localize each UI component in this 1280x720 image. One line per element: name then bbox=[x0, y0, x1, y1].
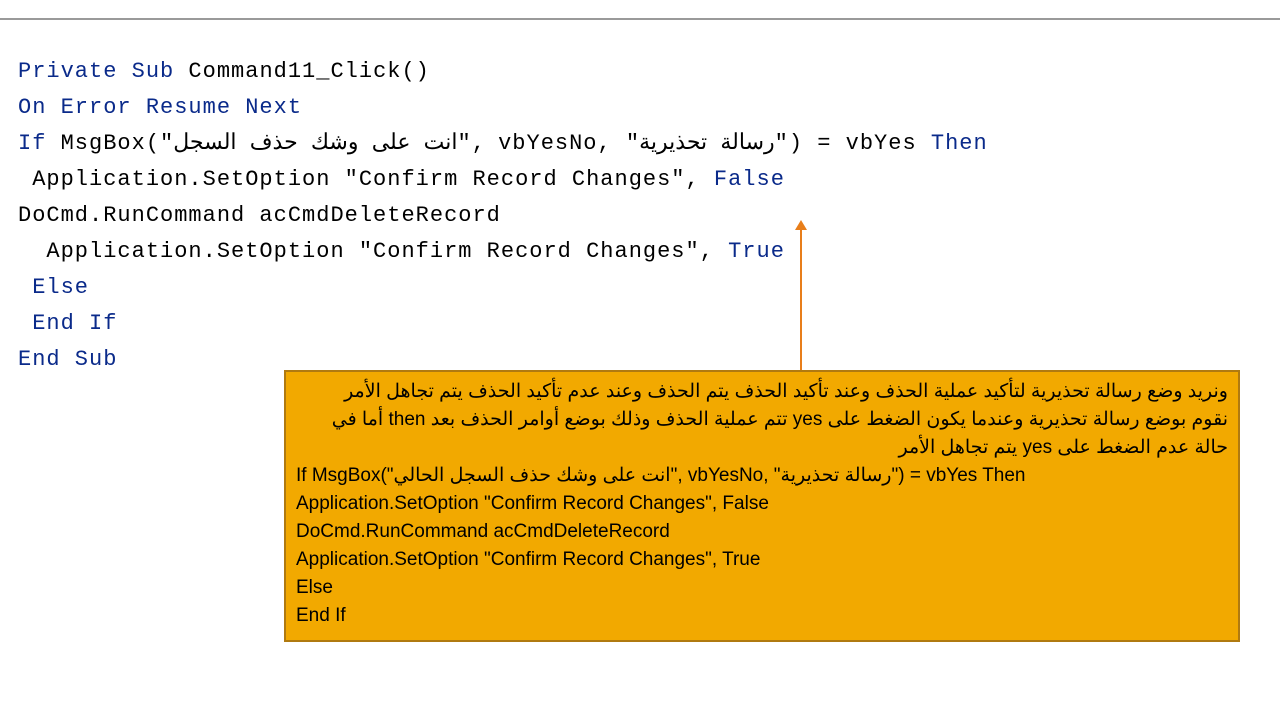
code-line-2: On Error Resume Next bbox=[18, 90, 1280, 126]
callout-snippet-5: Else bbox=[296, 574, 1228, 602]
callout-arabic-line-1: ونريد وضع رسالة تحذيرية لتأكيد عملية الح… bbox=[296, 378, 1228, 406]
setoption-false-text: Application.SetOption "Confirm Record Ch… bbox=[18, 167, 714, 192]
callout-snippet-1: If MsgBox("انت على وشك حذف السجل الحالي"… bbox=[296, 462, 1228, 490]
code-line-3: If MsgBox("انت على وشك حذف السجل", vbYes… bbox=[18, 126, 1280, 162]
keyword-true: True bbox=[728, 239, 785, 264]
snip1-ar1: انت على وشك حذف السجل الحالي bbox=[394, 465, 671, 486]
code-line-6: Application.SetOption "Confirm Record Ch… bbox=[18, 234, 1280, 270]
keyword-then: Then bbox=[931, 131, 988, 156]
code-line-4: Application.SetOption "Confirm Record Ch… bbox=[18, 162, 1280, 198]
snip1-c: ") = vbYes Then bbox=[891, 465, 1025, 486]
msgbox-call: MsgBox( bbox=[46, 131, 160, 156]
keyword-sub: Sub bbox=[132, 59, 175, 84]
callout-arabic-line-2: نقوم بوضع رسالة تحذيرية وعندما يكون الضغ… bbox=[296, 406, 1228, 462]
annotation-callout: ونريد وضع رسالة تحذيرية لتأكيد عملية الح… bbox=[284, 370, 1240, 642]
keyword-private: Private bbox=[18, 59, 117, 84]
msgbox-arg1-arabic: "انت على وشك حذف السجل" bbox=[160, 131, 472, 156]
snip1-ar2: رسالة تحذيرية bbox=[781, 465, 892, 486]
code-line-7-else: Else bbox=[18, 270, 1280, 306]
msgbox-tail: ) = vbYes bbox=[789, 131, 931, 156]
keyword-false: False bbox=[714, 167, 785, 192]
snip1-b: ", vbYesNo, " bbox=[671, 465, 781, 486]
vba-code-block: Private Sub Command11_Click() On Error R… bbox=[0, 20, 1280, 378]
keyword-if: If bbox=[18, 131, 46, 156]
callout-snippet-6: End If bbox=[296, 602, 1228, 630]
callout-snippet-2: Application.SetOption "Confirm Record Ch… bbox=[296, 490, 1228, 518]
msgbox-mid: , vbYesNo, bbox=[472, 131, 626, 156]
callout-snippet-3: DoCmd.RunCommand acCmdDeleteRecord bbox=[296, 518, 1228, 546]
code-line-5: DoCmd.RunCommand acCmdDeleteRecord bbox=[18, 198, 1280, 234]
setoption-true-text: Application.SetOption "Confirm Record Ch… bbox=[18, 239, 728, 264]
snip1-a: If MsgBox(" bbox=[296, 465, 394, 486]
msgbox-arg2-arabic: "رسالة تحذيرية" bbox=[626, 131, 789, 156]
code-line-1: Private Sub Command11_Click() bbox=[18, 54, 1280, 90]
sub-name: Command11_Click() bbox=[174, 59, 430, 84]
annotation-arrow bbox=[800, 230, 802, 370]
code-line-8-endif: End If bbox=[18, 306, 1280, 342]
callout-snippet-4: Application.SetOption "Confirm Record Ch… bbox=[296, 546, 1228, 574]
